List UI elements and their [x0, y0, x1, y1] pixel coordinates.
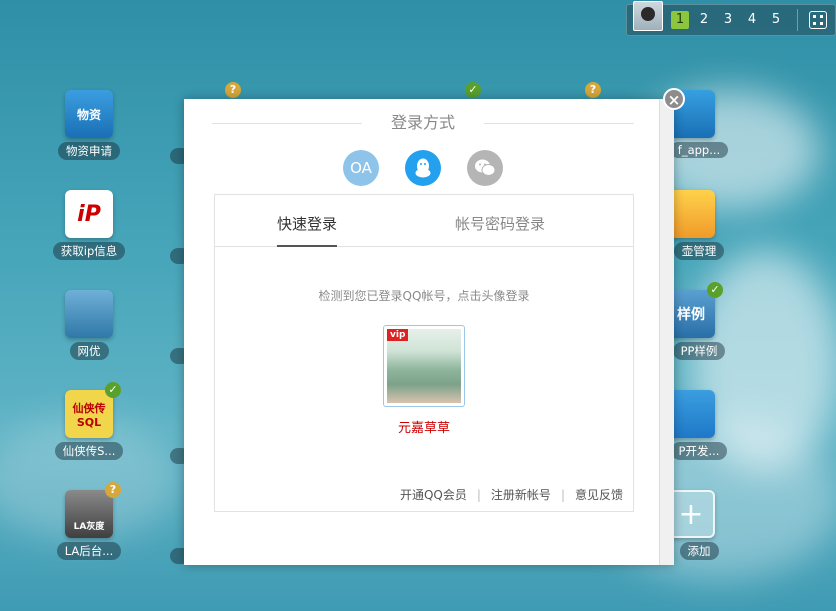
add-icon: + — [667, 490, 715, 538]
dialog-header: 登录方式 — [212, 111, 634, 135]
question-badge-icon: ? — [585, 82, 601, 98]
network-opt-icon — [65, 290, 113, 338]
account-nickname: 元嘉草草 — [397, 421, 450, 436]
account-avatar-button[interactable]: vip — [383, 325, 465, 407]
dev-icon — [667, 390, 715, 438]
supply-request-icon: 物资 — [65, 90, 113, 138]
check-badge-icon: ✓ — [707, 282, 723, 298]
app-label: 物资申请 — [58, 142, 120, 160]
wechat-icon — [475, 159, 496, 176]
desktop-app-get-ip[interactable]: iP 获取ip信息 — [49, 190, 129, 260]
ip-glyph: iP — [77, 201, 101, 227]
link-separator: | — [476, 487, 481, 502]
page-1-button[interactable]: 1 — [671, 11, 689, 29]
page-switcher-bar: 1 2 3 4 5 — [626, 1, 836, 36]
sample-icon: 样例 ✓ — [667, 282, 723, 338]
user-avatar[interactable] — [633, 1, 663, 31]
app-label: 获取ip信息 — [52, 242, 126, 260]
app-label: P开发... — [670, 442, 728, 460]
account-photo: vip — [387, 329, 461, 403]
wechat-login-button[interactable] — [467, 150, 503, 186]
footer-links: 开通QQ会员 | 注册新帐号 | 意见反馈 — [400, 486, 623, 503]
oa-login-button[interactable]: OA — [343, 150, 379, 186]
sample-glyph: 样例 — [677, 307, 705, 323]
app-grid-icon[interactable] — [809, 11, 827, 29]
register-account-link[interactable]: 注册新帐号 — [491, 486, 551, 503]
la-admin-icon: LA灰度 ? — [65, 482, 121, 538]
ip-icon: iP — [65, 190, 113, 238]
check-badge-icon: ✓ — [465, 82, 481, 98]
app-label: PP样例 — [672, 342, 726, 360]
page-2-button[interactable]: 2 — [695, 11, 713, 29]
login-tabs: 快速登录 帐号密码登录 — [215, 195, 633, 247]
desktop-app-xianxia-sql[interactable]: 仙侠传 SQL ✓ 仙侠传S... — [49, 382, 129, 460]
vip-badge: vip — [387, 329, 409, 341]
desktop-app-network-opt[interactable]: 网优 — [49, 290, 129, 360]
page-5-button[interactable]: 5 — [767, 11, 785, 29]
link-separator: | — [560, 487, 565, 502]
feedback-link[interactable]: 意见反馈 — [575, 486, 623, 503]
login-hint: 检测到您已登录QQ帐号，点击头像登录 — [318, 289, 530, 303]
header-divider — [484, 123, 634, 124]
page-list: 1 2 3 4 5 — [671, 11, 785, 29]
desktop-app-la-admin[interactable]: LA灰度 ? LA后台... — [49, 482, 129, 560]
qq-login-button[interactable] — [405, 150, 441, 186]
page-4-button[interactable]: 4 — [743, 11, 761, 29]
la-glyph: LA灰度 — [73, 522, 105, 532]
login-panel: 快速登录 帐号密码登录 检测到您已登录QQ帐号，点击头像登录 vip 元嘉草草 … — [214, 194, 634, 512]
app-label: f_app... — [669, 142, 729, 158]
question-badge-icon: ? — [225, 82, 241, 98]
app-label: 添加 — [679, 542, 719, 560]
open-qq-member-link[interactable]: 开通QQ会员 — [400, 486, 467, 503]
dock-divider — [797, 9, 798, 31]
close-dialog-button[interactable]: × — [663, 88, 685, 110]
login-method-switcher: OA — [184, 150, 662, 186]
page-3-button[interactable]: 3 — [719, 11, 737, 29]
tab-quick-login[interactable]: 快速登录 — [277, 213, 338, 247]
question-badge-icon: ? — [105, 482, 121, 498]
app-label: 网优 — [69, 342, 109, 360]
desktop-app-supply-request[interactable]: 物资 物资申请 — [49, 90, 129, 160]
login-dialog: 登录方式 OA 快速登录 帐号密码登录 检测到您已登录QQ帐号，点击头像登录 v… — [184, 99, 674, 565]
supply-request-glyph: 物资 — [76, 107, 101, 122]
plus-glyph: + — [678, 496, 704, 532]
qq-penguin-icon — [415, 158, 431, 178]
pot-manage-icon — [667, 190, 715, 238]
app-label: 壶管理 — [673, 242, 725, 260]
check-badge-icon: ✓ — [105, 382, 121, 398]
tab-password-login[interactable]: 帐号密码登录 — [455, 213, 545, 245]
app-label: LA后台... — [56, 542, 122, 560]
xianxia-glyph: 仙侠传 SQL — [72, 401, 106, 429]
app-label: 仙侠传S... — [54, 442, 124, 460]
xianxia-sql-icon: 仙侠传 SQL ✓ — [65, 382, 121, 438]
